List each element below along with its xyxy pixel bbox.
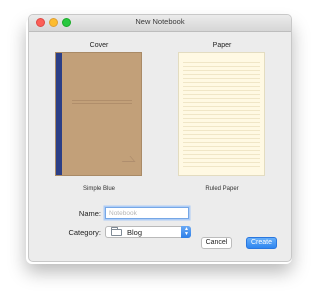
window-title: New Notebook: [135, 17, 185, 26]
notebook-name-input[interactable]: Notebook: [105, 207, 189, 219]
create-button[interactable]: Create: [246, 237, 277, 249]
notebook-paper-preview[interactable]: [178, 52, 265, 176]
notebook-cover-preview[interactable]: [55, 52, 142, 176]
ruled-lines: [183, 59, 260, 169]
cancel-button[interactable]: Cancel: [201, 237, 232, 249]
title-bar: New Notebook: [29, 15, 291, 32]
cover-rule-line: [72, 100, 132, 101]
folder-icon: [111, 227, 122, 236]
category-value: Blog: [127, 228, 143, 237]
category-label: Category:: [68, 228, 101, 237]
cover-rule-line: [72, 103, 132, 104]
paper-name: Ruled Paper: [205, 186, 239, 192]
cover-name: Simple Blue: [82, 186, 115, 192]
cover-arrow-mark: [117, 156, 136, 162]
select-stepper-icon: ▲ ▼: [181, 226, 191, 238]
cover-label: Cover: [89, 42, 109, 49]
name-label: Name:: [78, 209, 101, 218]
new-notebook-dialog: New Notebook Cover Paper Simple Blue Rul…: [28, 14, 292, 262]
category-select[interactable]: Blog ▲ ▼: [105, 226, 191, 238]
cover-spine: [56, 53, 62, 175]
paper-label: Paper: [212, 42, 232, 49]
